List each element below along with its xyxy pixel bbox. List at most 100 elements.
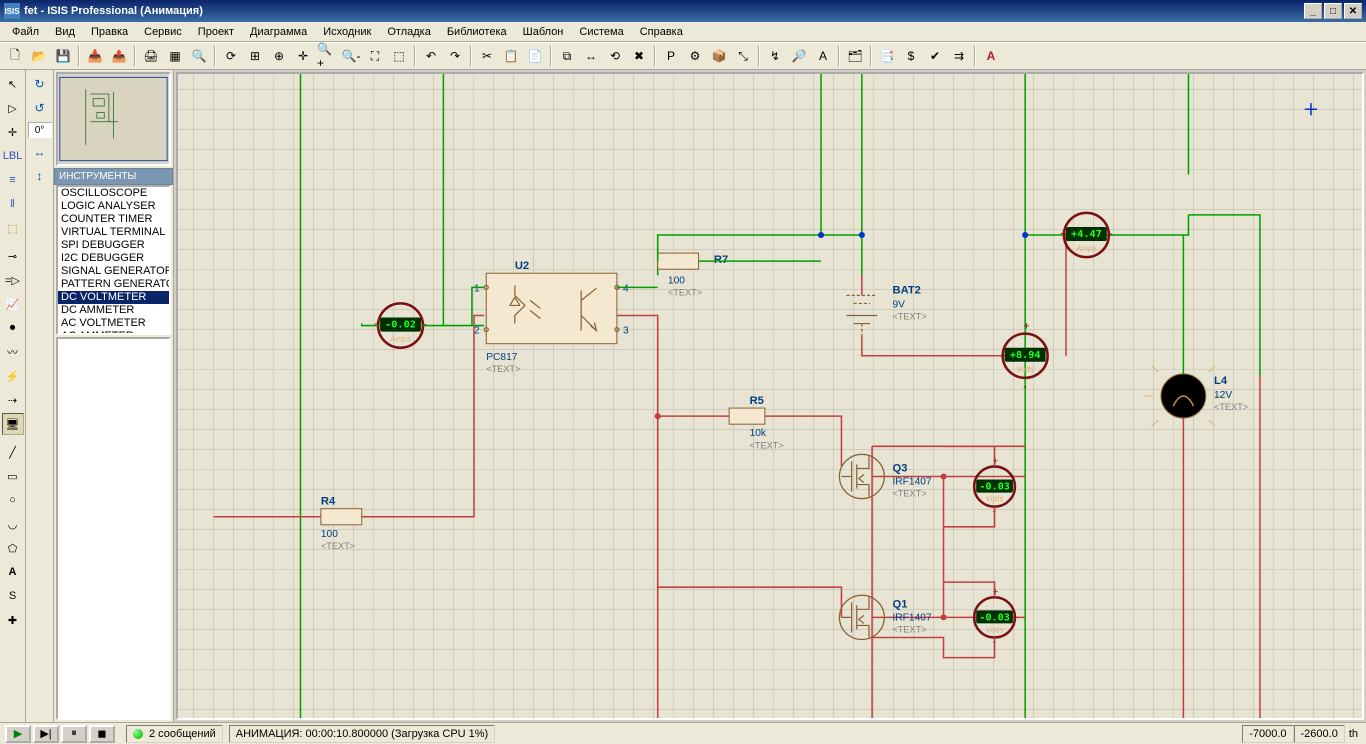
cut-icon[interactable]: ✂ (476, 45, 498, 67)
list-item[interactable]: DC VOLTMETER (58, 291, 169, 304)
list-item[interactable]: DC AMMETER (58, 304, 169, 317)
text-2d-icon[interactable]: A (2, 561, 24, 583)
component-r4[interactable]: R4 100 <TEXT> (321, 496, 362, 551)
area-icon[interactable]: ▦ (164, 45, 186, 67)
pin-icon[interactable]: =▷ (2, 269, 24, 291)
component-u2[interactable]: 1 2 4 3 U2 PC817 <TEXT> (474, 260, 629, 374)
pick-icon[interactable]: P (660, 45, 682, 67)
list-item[interactable]: COUNTER TIMER (58, 213, 169, 226)
play-button[interactable]: ▶ (5, 725, 31, 743)
component-bat2[interactable]: BAT2 9V <TEXT> (847, 275, 1026, 356)
circle-2d-icon[interactable]: ○ (2, 489, 24, 511)
junction-mode-icon[interactable]: ✛ (2, 121, 24, 143)
probe-i-icon[interactable]: ⇢ (2, 389, 24, 411)
menu-debug[interactable]: Отладка (379, 24, 438, 40)
stop-button[interactable]: ◼ (89, 725, 115, 743)
overview-window[interactable] (56, 72, 171, 166)
meter-v1[interactable]: +8.94 Volts + - (1003, 321, 1048, 393)
menu-service[interactable]: Сервис (136, 24, 190, 40)
mirror-v-icon[interactable]: ↕ (29, 165, 51, 187)
menu-diagram[interactable]: Диаграмма (242, 24, 315, 40)
import-icon[interactable]: 📥 (84, 45, 106, 67)
list-item[interactable]: OSCILLOSCOPE (58, 187, 169, 200)
menu-project[interactable]: Проект (190, 24, 242, 40)
tape-icon[interactable]: ⏺ (2, 317, 24, 339)
redo-icon[interactable]: ↷ (444, 45, 466, 67)
maximize-button[interactable]: □ (1324, 3, 1342, 19)
close-button[interactable]: ✕ (1344, 3, 1362, 19)
bus-mode-icon[interactable]: ‖ (2, 193, 24, 215)
path-2d-icon[interactable]: ⬠ (2, 537, 24, 559)
print-icon[interactable]: 🖨 (140, 45, 162, 67)
box-2d-icon[interactable]: ▭ (2, 465, 24, 487)
open-icon[interactable]: 📂 (28, 45, 50, 67)
component-r5[interactable]: R5 10k <TEXT> (729, 395, 784, 450)
new-icon[interactable]: 🗋 (4, 45, 26, 67)
make-icon[interactable]: ⚙ (684, 45, 706, 67)
generator-icon[interactable]: 〰 (2, 341, 24, 363)
component-r7[interactable]: R7 100 <TEXT> (658, 253, 728, 297)
list-item[interactable]: PATTERN GENERATOR (58, 278, 169, 291)
selection-mode-icon[interactable]: ↖ (2, 73, 24, 95)
menu-view[interactable]: Вид (47, 24, 83, 40)
instruments-icon[interactable]: 🖥 (2, 413, 24, 435)
list-item[interactable]: I2C DEBUGGER (58, 252, 169, 265)
zoom-all-icon[interactable]: ⛶ (364, 45, 386, 67)
decompose-icon[interactable]: ⤡ (732, 45, 754, 67)
explorer-icon[interactable]: 🗂 (844, 45, 866, 67)
label-mode-icon[interactable]: LBL (2, 145, 24, 167)
step-button[interactable]: ▶| (33, 725, 59, 743)
ares-icon[interactable]: A (980, 45, 1002, 67)
list-item[interactable]: LOGIC ANALYSER (58, 200, 169, 213)
origin-icon[interactable]: ⊕ (268, 45, 290, 67)
list-item[interactable]: AC AMMETER (58, 330, 169, 335)
arc-2d-icon[interactable]: ◡ (2, 513, 24, 535)
list-item[interactable]: SPI DEBUGGER (58, 239, 169, 252)
redraw-icon[interactable]: ⟳ (220, 45, 242, 67)
property-icon[interactable]: A (812, 45, 834, 67)
component-mode-icon[interactable]: ▷ (2, 97, 24, 119)
mirror-h-icon[interactable]: ↔ (29, 141, 51, 163)
menu-file[interactable]: Файл (4, 24, 47, 40)
zoom-in-icon[interactable]: 🔍+ (316, 45, 338, 67)
copy-icon[interactable]: 📋 (500, 45, 522, 67)
menu-source[interactable]: Исходник (315, 24, 379, 40)
paste-icon[interactable]: 📄 (524, 45, 546, 67)
minimize-button[interactable]: _ (1304, 3, 1322, 19)
list-item[interactable]: VIRTUAL TERMINAL (58, 226, 169, 239)
menu-help[interactable]: Справка (632, 24, 691, 40)
rotate-cw-icon[interactable]: ↻ (29, 73, 51, 95)
symbol-2d-icon[interactable]: S (2, 585, 24, 607)
menu-edit[interactable]: Правка (83, 24, 136, 40)
status-messages[interactable]: 2 сообщений (126, 725, 223, 743)
line-2d-icon[interactable]: ╱ (2, 441, 24, 463)
netlist2-icon[interactable]: ⇉ (948, 45, 970, 67)
meter-a1[interactable]: -0.02 Amps + - (374, 303, 427, 347)
export-icon[interactable]: 📤 (108, 45, 130, 67)
list-item[interactable]: SIGNAL GENERATOR (58, 265, 169, 278)
bom-icon[interactable]: $ (900, 45, 922, 67)
preview-icon[interactable]: 🔍 (188, 45, 210, 67)
marker-2d-icon[interactable]: ✚ (2, 609, 24, 631)
wire-autoroute-icon[interactable]: ↯ (764, 45, 786, 67)
pause-button[interactable]: ⏸ (61, 725, 87, 743)
subcircuit-icon[interactable]: ⬚ (2, 217, 24, 239)
search-icon[interactable]: 🔎 (788, 45, 810, 67)
angle-input[interactable] (28, 122, 52, 138)
grid-icon[interactable]: ⊞ (244, 45, 266, 67)
netlist-icon[interactable]: 📑 (876, 45, 898, 67)
undo-icon[interactable]: ↶ (420, 45, 442, 67)
schematic-canvas[interactable]: R4 100 <TEXT> -0.02 Amps + - (176, 72, 1364, 720)
probe-v-icon[interactable]: ⚡ (2, 365, 24, 387)
package-icon[interactable]: 📦 (708, 45, 730, 67)
menu-template[interactable]: Шаблон (515, 24, 572, 40)
block-copy-icon[interactable]: ⧉ (556, 45, 578, 67)
graph-icon[interactable]: 📈 (2, 293, 24, 315)
instruments-list[interactable]: OSCILLOSCOPELOGIC ANALYSERCOUNTER TIMERV… (56, 185, 171, 335)
list-item[interactable]: AC VOLTMETER (58, 317, 169, 330)
menu-library[interactable]: Библиотека (439, 24, 515, 40)
center-icon[interactable]: ✛ (292, 45, 314, 67)
block-rotate-icon[interactable]: ⟲ (604, 45, 626, 67)
erc-icon[interactable]: ✔ (924, 45, 946, 67)
meter-a2[interactable]: +4.47 Amps + - (1060, 213, 1113, 257)
